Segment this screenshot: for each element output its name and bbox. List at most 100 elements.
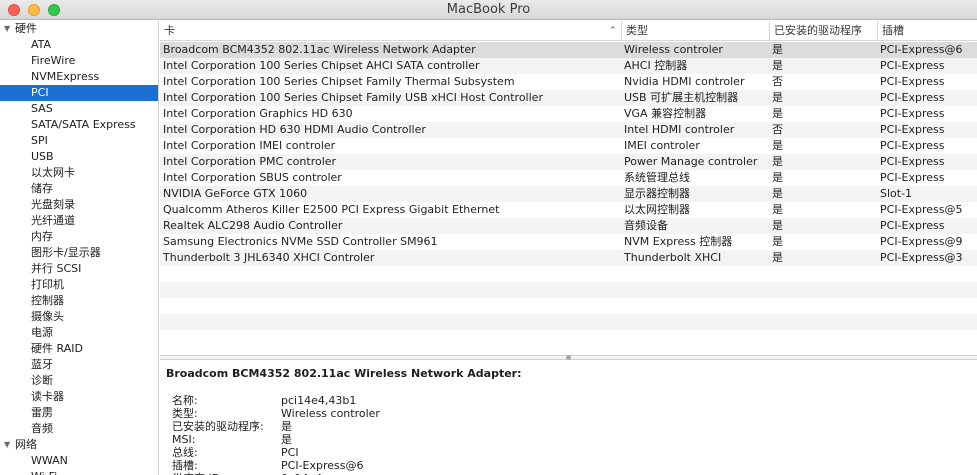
sidebar-item[interactable]: Wi-Fi bbox=[0, 469, 158, 475]
cell-card: NVIDIA GeForce GTX 1060 bbox=[163, 187, 308, 200]
detail-field-key: 插槽: bbox=[172, 459, 198, 472]
cell-card: Intel Corporation 100 Series Chipset Fam… bbox=[163, 91, 543, 104]
sidebar-item[interactable]: 图形卡/显示器 bbox=[0, 245, 158, 261]
sidebar-item[interactable]: 内存 bbox=[0, 229, 158, 245]
table-row[interactable]: Samsung Electronics NVMe SSD Controller … bbox=[160, 234, 977, 250]
cell-slot: PCI-Express bbox=[880, 59, 945, 72]
empty-table-row bbox=[160, 314, 977, 330]
sidebar-group[interactable]: ▼ 网络 bbox=[0, 437, 158, 453]
column-header-card[interactable]: 卡 bbox=[160, 21, 621, 41]
table-row[interactable]: Realtek ALC298 Audio Controller 音频设备 是 PCI-… bbox=[160, 218, 977, 234]
cell-type: Thunderbolt XHCI bbox=[624, 251, 722, 264]
cell-driver-installed: 否 bbox=[772, 123, 783, 136]
detail-field: MSI: 是 bbox=[160, 433, 977, 446]
detail-field-key: MSI: bbox=[172, 433, 196, 446]
detail-field: 已安装的驱动程序: 是 bbox=[160, 420, 977, 433]
cell-type: Power Manage controler bbox=[624, 155, 758, 168]
sidebar-item[interactable]: WWAN bbox=[0, 453, 158, 469]
empty-table-row bbox=[160, 266, 977, 282]
sidebar-item[interactable]: 光盘刻录 bbox=[0, 197, 158, 213]
sidebar-item[interactable]: 读卡器 bbox=[0, 389, 158, 405]
sidebar-item[interactable]: SAS bbox=[0, 101, 158, 117]
sidebar-item[interactable]: 控制器 bbox=[0, 293, 158, 309]
detail-field-key: 已安装的驱动程序: bbox=[172, 420, 264, 433]
detail-title: Broadcom BCM4352 802.11ac Wireless Netwo… bbox=[166, 367, 522, 380]
sidebar-group[interactable]: ▼ 硬件 bbox=[0, 21, 158, 37]
cell-card: Broadcom BCM4352 802.11ac Wireless Netwo… bbox=[163, 43, 476, 56]
cell-type: NVM Express 控制器 bbox=[624, 235, 733, 248]
cell-type: AHCI 控制器 bbox=[624, 59, 688, 72]
sidebar-item[interactable]: SATA/SATA Express bbox=[0, 117, 158, 133]
device-table: Broadcom BCM4352 802.11ac Wireless Netwo… bbox=[160, 42, 977, 354]
sort-ascending-icon[interactable]: ⌃ bbox=[609, 21, 617, 41]
sidebar-item[interactable]: 以太网卡 bbox=[0, 165, 158, 181]
sidebar-item[interactable]: 雷雳 bbox=[0, 405, 158, 421]
cell-driver-installed: 是 bbox=[772, 43, 783, 56]
detail-field-key: 类型: bbox=[172, 407, 198, 420]
cell-slot: PCI-Express@6 bbox=[880, 43, 963, 56]
sidebar-item[interactable]: 诊断 bbox=[0, 373, 158, 389]
detail-field-key: 名称: bbox=[172, 394, 198, 407]
column-header-type[interactable]: 类型 bbox=[621, 21, 769, 41]
sidebar-item[interactable]: 储存 bbox=[0, 181, 158, 197]
detail-field-key: 总线: bbox=[172, 446, 198, 459]
cell-driver-installed: 是 bbox=[772, 171, 783, 184]
cell-slot: PCI-Express bbox=[880, 107, 945, 120]
cell-type: USB 可扩展主机控制器 bbox=[624, 91, 739, 104]
sidebar-item[interactable]: ATA bbox=[0, 37, 158, 53]
table-row[interactable]: Intel Corporation SBUS controler 系统管理总线 是 P… bbox=[160, 170, 977, 186]
table-row[interactable]: Thunderbolt 3 JHL6340 XHCI Controler Thun… bbox=[160, 250, 977, 266]
detail-pane: Broadcom BCM4352 802.11ac Wireless Netwo… bbox=[160, 361, 977, 475]
cell-card: Qualcomm Atheros Killer E2500 PCI Expres… bbox=[163, 203, 500, 216]
table-row[interactable]: Intel Corporation 100 Series Chipset AHC… bbox=[160, 58, 977, 74]
table-row[interactable]: Intel Corporation 100 Series Chipset Fam… bbox=[160, 74, 977, 90]
table-row[interactable]: Intel Corporation IMEI controler IMEI con… bbox=[160, 138, 977, 154]
table-row[interactable]: Intel Corporation Graphics HD 630 VGA 兼容控… bbox=[160, 106, 977, 122]
cell-card: Intel Corporation IMEI controler bbox=[163, 139, 336, 152]
table-row[interactable]: NVIDIA GeForce GTX 1060 显示器控制器 是 Slot-1 bbox=[160, 186, 977, 202]
cell-driver-installed: 是 bbox=[772, 203, 783, 216]
table-header: 卡 ⌃ 类型 已安装的驱动程序 插槽 bbox=[160, 21, 977, 41]
column-header-slot[interactable]: 插槽 bbox=[877, 21, 977, 41]
sidebar-item[interactable]: 电源 bbox=[0, 325, 158, 341]
table-row[interactable]: Intel Corporation PMC controler Power Man… bbox=[160, 154, 977, 170]
table-row[interactable]: Intel Corporation HD 630 HDMI Audio Cont… bbox=[160, 122, 977, 138]
sidebar-item[interactable]: 光纤通道 bbox=[0, 213, 158, 229]
sidebar-item[interactable]: PCI bbox=[0, 85, 158, 101]
sidebar-item[interactable]: SPI bbox=[0, 133, 158, 149]
cell-driver-installed: 是 bbox=[772, 251, 783, 264]
sidebar-item[interactable]: 蓝牙 bbox=[0, 357, 158, 373]
table-row[interactable]: Qualcomm Atheros Killer E2500 PCI Expres… bbox=[160, 202, 977, 218]
sidebar-item[interactable]: NVMExpress bbox=[0, 69, 158, 85]
sidebar-item[interactable]: 硬件 RAID bbox=[0, 341, 158, 357]
table-row[interactable]: Broadcom BCM4352 802.11ac Wireless Netwo… bbox=[160, 42, 977, 58]
cell-card: Intel Corporation HD 630 HDMI Audio Cont… bbox=[163, 123, 426, 136]
cell-slot: PCI-Express@5 bbox=[880, 203, 963, 216]
cell-slot: PCI-Express bbox=[880, 91, 945, 104]
table-row[interactable]: Intel Corporation 100 Series Chipset Fam… bbox=[160, 90, 977, 106]
cell-slot: PCI-Express@9 bbox=[880, 235, 963, 248]
cell-card: Samsung Electronics NVMe SSD Controller … bbox=[163, 235, 438, 248]
detail-field-value: 是 bbox=[281, 420, 292, 433]
cell-slot: PCI-Express@3 bbox=[880, 251, 963, 264]
disclosure-triangle-icon[interactable]: ▼ bbox=[4, 437, 10, 453]
empty-table-row bbox=[160, 330, 977, 346]
splitter-handle-icon[interactable] bbox=[566, 355, 571, 360]
sidebar-item[interactable]: 打印机 bbox=[0, 277, 158, 293]
sidebar-item[interactable]: FireWire bbox=[0, 53, 158, 69]
sidebar-item[interactable]: 摄像头 bbox=[0, 309, 158, 325]
sidebar-item[interactable]: USB bbox=[0, 149, 158, 165]
pane-splitter[interactable] bbox=[160, 355, 977, 360]
cell-card: Realtek ALC298 Audio Controller bbox=[163, 219, 343, 232]
cell-slot: Slot-1 bbox=[880, 187, 913, 200]
detail-field-value: pci14e4,43b1 bbox=[281, 394, 357, 407]
sidebar-item[interactable]: 并行 SCSI bbox=[0, 261, 158, 277]
column-header-driver-installed[interactable]: 已安装的驱动程序 bbox=[769, 21, 877, 41]
cell-type: VGA 兼容控制器 bbox=[624, 107, 707, 120]
detail-field-value: 是 bbox=[281, 433, 292, 446]
sidebar-item[interactable]: 音频 bbox=[0, 421, 158, 437]
detail-field-value: PCI bbox=[281, 446, 299, 459]
cell-slot: PCI-Express bbox=[880, 171, 945, 184]
disclosure-triangle-icon[interactable]: ▼ bbox=[4, 21, 10, 37]
empty-table-row bbox=[160, 282, 977, 298]
